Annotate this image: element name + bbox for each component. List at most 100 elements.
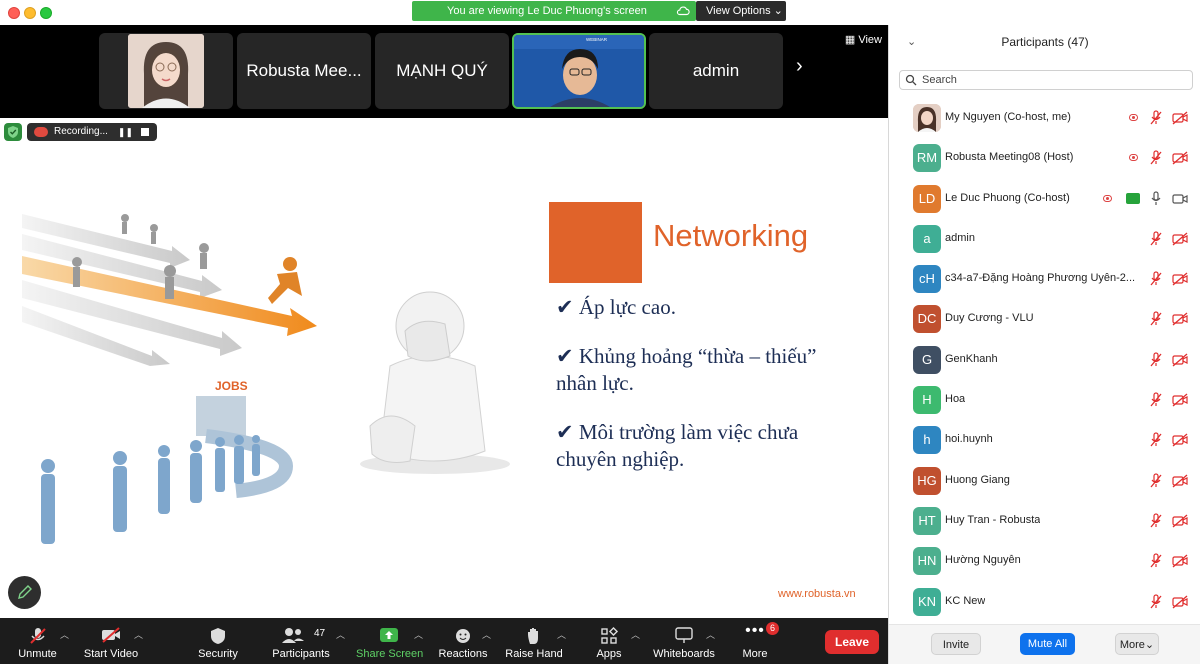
participant-row[interactable]: a admin <box>889 219 1200 259</box>
view-options-button[interactable]: View Options ⌄ <box>696 1 786 21</box>
video-off-icon[interactable] <box>1172 353 1188 367</box>
grid-icon: ▦ <box>844 34 856 46</box>
more-label: More <box>742 648 768 660</box>
start-video-button[interactable]: Start Video <box>80 618 142 664</box>
participants-title: Participants (47) <box>1001 35 1089 49</box>
chevron-up-icon[interactable]: ︿ <box>414 628 423 641</box>
chevron-up-icon[interactable]: ︿ <box>706 628 715 641</box>
chevron-right-icon[interactable]: › <box>796 55 803 78</box>
participant-row[interactable]: HG Huong Giang <box>889 461 1200 501</box>
chevron-up-icon[interactable]: ︿ <box>557 628 566 641</box>
participant-name: GenKhanh <box>945 352 998 365</box>
chevron-up-icon[interactable]: ︿ <box>60 628 69 641</box>
participants-panel: ⌄ Participants (47) Search My Nguyen (Co… <box>888 25 1200 664</box>
chevron-up-icon[interactable]: ︿ <box>134 628 143 641</box>
muted-mic-icon[interactable] <box>1149 150 1163 166</box>
mute-all-button[interactable]: Mute All <box>1020 633 1075 655</box>
reactions-button[interactable]: Reactions <box>436 618 490 664</box>
participant-row[interactable]: cH c34-a7-Đặng Hoàng Phương Uyên-2... <box>889 259 1200 299</box>
participants-button[interactable]: 47 Participants <box>268 618 334 664</box>
participant-row[interactable]: G GenKhanh <box>889 340 1200 380</box>
speaker-caption: WEBINAR <box>586 37 608 42</box>
chevron-up-icon[interactable]: ︿ <box>482 628 491 641</box>
video-off-icon[interactable] <box>1172 111 1188 125</box>
share-screen-button[interactable]: Share Screen <box>356 618 423 664</box>
video-tile-admin[interactable]: admin <box>649 33 783 109</box>
muted-mic-icon[interactable] <box>1149 593 1163 610</box>
muted-mic-icon[interactable] <box>1149 110 1163 126</box>
participant-row[interactable]: H Hoa <box>889 380 1200 420</box>
video-off-icon[interactable] <box>1172 433 1188 447</box>
participant-search-input[interactable]: Search <box>899 70 1193 90</box>
chevron-up-icon[interactable]: ︿ <box>336 628 345 641</box>
muted-mic-icon[interactable] <box>1149 473 1163 489</box>
participant-row[interactable]: DC Duy Cương - VLU <box>889 299 1200 339</box>
apps-label: Apps <box>596 648 622 660</box>
panel-more-button[interactable]: More⌄ <box>1115 633 1159 655</box>
annotate-pencil-button[interactable] <box>8 576 41 609</box>
participant-row[interactable]: RM Robusta Meeting08 (Host) <box>889 138 1200 178</box>
raise-hand-button[interactable]: Raise Hand <box>503 618 565 664</box>
video-off-icon[interactable] <box>1172 312 1188 326</box>
avatar: HT <box>913 506 941 535</box>
video-off-icon[interactable] <box>1172 393 1188 407</box>
chevron-up-icon[interactable]: ︿ <box>631 628 640 641</box>
stop-recording-button[interactable] <box>141 128 149 136</box>
security-button[interactable]: Security <box>192 618 244 664</box>
video-tile-manh-quy[interactable]: MẠNH QUÝ <box>375 33 509 109</box>
video-off-icon[interactable] <box>1172 232 1188 246</box>
invite-button[interactable]: Invite <box>931 633 981 655</box>
arrows-runners-illustration <box>22 214 317 366</box>
view-button-label: View <box>858 34 882 46</box>
raise-hand-label: Raise Hand <box>505 648 563 660</box>
screen-share-icon <box>1126 192 1140 204</box>
close-window-button[interactable] <box>8 7 20 19</box>
video-strip: Robusta Mee... MẠNH QUÝ WEBINAR admin › … <box>0 25 888 118</box>
participant-row[interactable]: KN KC New <box>889 582 1200 622</box>
video-off-icon[interactable] <box>1172 554 1188 568</box>
unmute-button[interactable]: Unmute <box>10 618 65 664</box>
participant-row[interactable]: HN Hường Nguyễn <box>889 541 1200 581</box>
participant-row[interactable]: HT Huy Tran - Robusta <box>889 501 1200 541</box>
more-notification-badge: 6 <box>766 622 779 635</box>
participant-name: hoi.huynh <box>945 433 993 446</box>
apps-button[interactable]: Apps <box>586 618 632 664</box>
participant-row[interactable]: LD Le Duc Phuong (Co-host) <box>889 179 1200 219</box>
video-icon[interactable] <box>1172 192 1188 206</box>
pause-recording-button[interactable]: ❚❚ <box>118 123 133 141</box>
leave-button[interactable]: Leave <box>825 630 879 654</box>
share-banner-text: You are viewing Le Duc Phuong's screen <box>447 5 647 17</box>
muted-mic-icon[interactable] <box>1149 352 1163 368</box>
muted-mic-icon[interactable] <box>1149 392 1163 408</box>
muted-mic-icon[interactable] <box>1149 271 1163 287</box>
minimize-window-button[interactable] <box>24 7 36 19</box>
participant-list: My Nguyen (Co-host, me) RM Robusta Meeting… <box>889 98 1200 622</box>
avatar: HN <box>913 547 941 576</box>
video-tile-active-speaker[interactable]: WEBINAR <box>512 33 646 109</box>
whiteboards-button[interactable]: Whiteboards <box>652 618 716 664</box>
muted-mic-icon[interactable] <box>1149 311 1163 327</box>
zoom-window-button[interactable] <box>40 7 52 19</box>
security-shield-icon[interactable] <box>4 123 22 141</box>
video-off-icon[interactable] <box>1172 272 1188 286</box>
video-off-icon[interactable] <box>1172 151 1188 165</box>
video-off-icon[interactable] <box>1172 474 1188 488</box>
view-button[interactable]: ▦ View <box>845 33 882 46</box>
tile-name: MẠNH QUÝ <box>396 61 488 80</box>
video-tile-robusta[interactable]: Robusta Mee... <box>237 33 371 109</box>
participant-row[interactable]: h hoi.huynh <box>889 420 1200 460</box>
muted-mic-icon[interactable] <box>1149 513 1163 529</box>
video-off-icon[interactable] <box>1172 514 1188 528</box>
avatar: HG <box>913 466 941 495</box>
avatar: DC <box>913 305 941 334</box>
slide-url: www.robusta.vn <box>778 588 856 600</box>
reactions-label: Reactions <box>438 648 488 660</box>
muted-mic-icon[interactable] <box>1149 231 1163 247</box>
window-titlebar: You are viewing Le Duc Phuong's screen V… <box>0 0 1200 25</box>
muted-mic-icon[interactable] <box>1149 553 1163 569</box>
video-off-icon[interactable] <box>1172 595 1188 609</box>
recording-icon <box>1129 154 1138 162</box>
muted-mic-icon[interactable] <box>1149 432 1163 448</box>
mic-icon[interactable] <box>1149 190 1163 207</box>
participant-row[interactable]: My Nguyen (Co-host, me) <box>889 98 1200 138</box>
